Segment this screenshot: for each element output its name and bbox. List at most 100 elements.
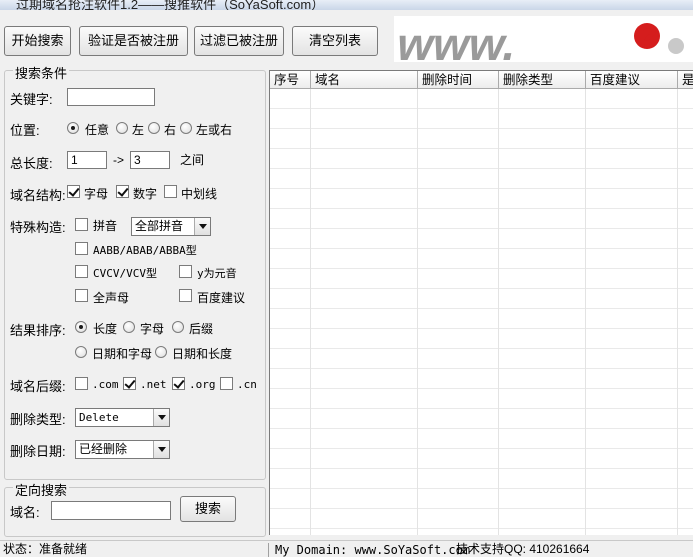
- chevron-down-icon: [194, 218, 210, 235]
- grid-header: 序号 域名 删除时间 删除类型 百度建议 是: [270, 71, 693, 89]
- suffix-cn-label: .cn: [237, 378, 257, 391]
- cvcv-checkbox[interactable]: [75, 265, 88, 278]
- filter-registered-button[interactable]: 过滤已被注册: [194, 26, 284, 56]
- sort-label: 结果排序:: [10, 323, 66, 338]
- delete-date-label: 删除日期:: [10, 444, 66, 459]
- left-panel: 搜索条件 关键字: 位置: 任意 左 右 左或右 总长度: 1 -> 3 之间 …: [0, 62, 270, 540]
- position-label: 位置:: [10, 123, 40, 138]
- length-label: 总长度:: [10, 156, 53, 171]
- domain-input[interactable]: [51, 501, 171, 520]
- position-either-radio[interactable]: [180, 122, 192, 134]
- window-title: 过期域名抢注软件1.2——搜推软件（SoYaSoft.com）: [16, 0, 325, 10]
- column-header-delete-type[interactable]: 删除类型: [499, 71, 586, 89]
- column-header-baidu-suggest[interactable]: 百度建议: [586, 71, 678, 89]
- banner-www-text: www.: [394, 18, 522, 62]
- banner-logo: www. ?: [394, 16, 693, 62]
- pinyin-label: 拼音: [93, 219, 118, 233]
- suffix-org-label: .org: [189, 378, 216, 391]
- status-state: 状态：准备就绪: [3, 542, 88, 556]
- aabb-label: AABB/ABAB/ABBA型: [93, 244, 197, 257]
- suffix-net-label: .net: [140, 378, 167, 391]
- sort-length-radio[interactable]: [75, 321, 87, 333]
- suffix-org-checkbox[interactable]: [172, 377, 185, 390]
- grid-column-divider: [417, 89, 418, 535]
- keyword-label: 关键字:: [10, 92, 53, 107]
- pinyin-mode-select[interactable]: 全部拼音: [131, 217, 211, 236]
- structure-letters-checkbox[interactable]: [67, 185, 80, 198]
- position-right-radio[interactable]: [148, 122, 160, 134]
- delete-type-select[interactable]: Delete: [75, 408, 170, 427]
- title-bar: 过期域名抢注软件1.2——搜推软件（SoYaSoft.com）: [0, 0, 693, 10]
- grid-column-divider: [310, 89, 311, 535]
- sort-date-letter-label: 日期和字母: [92, 347, 153, 361]
- keyword-input[interactable]: [67, 88, 155, 106]
- suffix-net-checkbox[interactable]: [123, 377, 136, 390]
- length-min-input[interactable]: 1: [67, 151, 107, 169]
- column-header-delete-time[interactable]: 删除时间: [418, 71, 499, 89]
- position-right-label: 右: [164, 123, 177, 137]
- sort-suffix-label: 后缀: [189, 322, 214, 336]
- suffix-cn-checkbox[interactable]: [220, 377, 233, 390]
- sort-letter-radio[interactable]: [123, 321, 135, 333]
- aabb-checkbox[interactable]: [75, 242, 88, 255]
- column-header-index[interactable]: 序号: [270, 71, 311, 89]
- structure-hyphen-checkbox[interactable]: [164, 185, 177, 198]
- position-left-radio[interactable]: [116, 122, 128, 134]
- grid-body[interactable]: [270, 89, 693, 535]
- suffix-com-label: .com: [92, 378, 119, 391]
- delete-date-select[interactable]: 已经删除: [75, 440, 170, 459]
- chevron-down-icon: [153, 441, 169, 458]
- status-bar: 状态：准备就绪 My Domain: www.SoYaSoft.com 技术支持…: [0, 540, 693, 557]
- y-vowel-label: y为元音: [197, 267, 237, 280]
- structure-letters-label: 字母: [84, 187, 109, 201]
- structure-label: 域名结构:: [10, 188, 66, 203]
- sort-date-length-label: 日期和长度: [172, 347, 233, 361]
- length-arrow: ->: [113, 153, 125, 167]
- chevron-down-icon: [153, 409, 169, 426]
- column-header-registered[interactable]: 是: [678, 71, 693, 89]
- pinyin-checkbox[interactable]: [75, 218, 88, 231]
- domain-label: 域名:: [10, 505, 40, 520]
- delete-date-value: 已经删除: [79, 442, 128, 456]
- status-divider: [268, 543, 269, 557]
- position-either-label: 左或右: [196, 123, 233, 137]
- banner-question-text: ?: [637, 18, 658, 56]
- grid-column-divider: [585, 89, 586, 535]
- length-max-input[interactable]: 3: [130, 151, 170, 169]
- pinyin-mode-value: 全部拼音: [135, 219, 184, 233]
- all-initials-checkbox[interactable]: [75, 289, 88, 302]
- grid-column-divider: [498, 89, 499, 535]
- grid-column-divider: [677, 89, 678, 535]
- sort-length-label: 长度: [93, 322, 118, 336]
- structure-digits-checkbox[interactable]: [116, 185, 129, 198]
- structure-hyphen-label: 中划线: [181, 187, 218, 201]
- position-any-radio[interactable]: [67, 122, 79, 134]
- sort-letter-label: 字母: [140, 322, 165, 336]
- results-grid[interactable]: 序号 域名 删除时间 删除类型 百度建议 是: [269, 70, 693, 535]
- cvcv-label: CVCV/VCV型: [93, 267, 157, 280]
- sort-date-length-radio[interactable]: [155, 346, 167, 358]
- delete-type-label: 删除类型:: [10, 412, 66, 427]
- status-domain: My Domain: www.SoYaSoft.com: [275, 543, 471, 557]
- position-any-label: 任意: [85, 123, 110, 137]
- sort-date-letter-radio[interactable]: [75, 346, 87, 358]
- targeted-search-button[interactable]: 搜索: [180, 496, 236, 522]
- sort-suffix-radio[interactable]: [172, 321, 184, 333]
- special-label: 特殊构造:: [10, 220, 66, 235]
- all-initials-label: 全声母: [93, 291, 130, 305]
- suffix-com-checkbox[interactable]: [75, 377, 88, 390]
- delete-type-value: Delete: [79, 411, 119, 424]
- verify-registered-button[interactable]: 验证是否被注册: [79, 26, 188, 56]
- start-search-button[interactable]: 开始搜索: [4, 26, 71, 56]
- clear-list-button[interactable]: 清空列表: [292, 26, 378, 56]
- targeted-search-title: 定向搜索: [13, 480, 70, 499]
- position-left-label: 左: [132, 123, 145, 137]
- length-suffix: 之间: [180, 153, 205, 167]
- y-vowel-checkbox[interactable]: [179, 265, 192, 278]
- structure-digits-label: 数字: [133, 187, 158, 201]
- column-header-domain[interactable]: 域名: [311, 71, 418, 89]
- baidu-suggest-label: 百度建议: [197, 291, 246, 305]
- status-support: 技术支持QQ: 410261664: [456, 542, 590, 556]
- suffix-label: 域名后缀:: [10, 379, 66, 394]
- baidu-suggest-checkbox[interactable]: [179, 289, 192, 302]
